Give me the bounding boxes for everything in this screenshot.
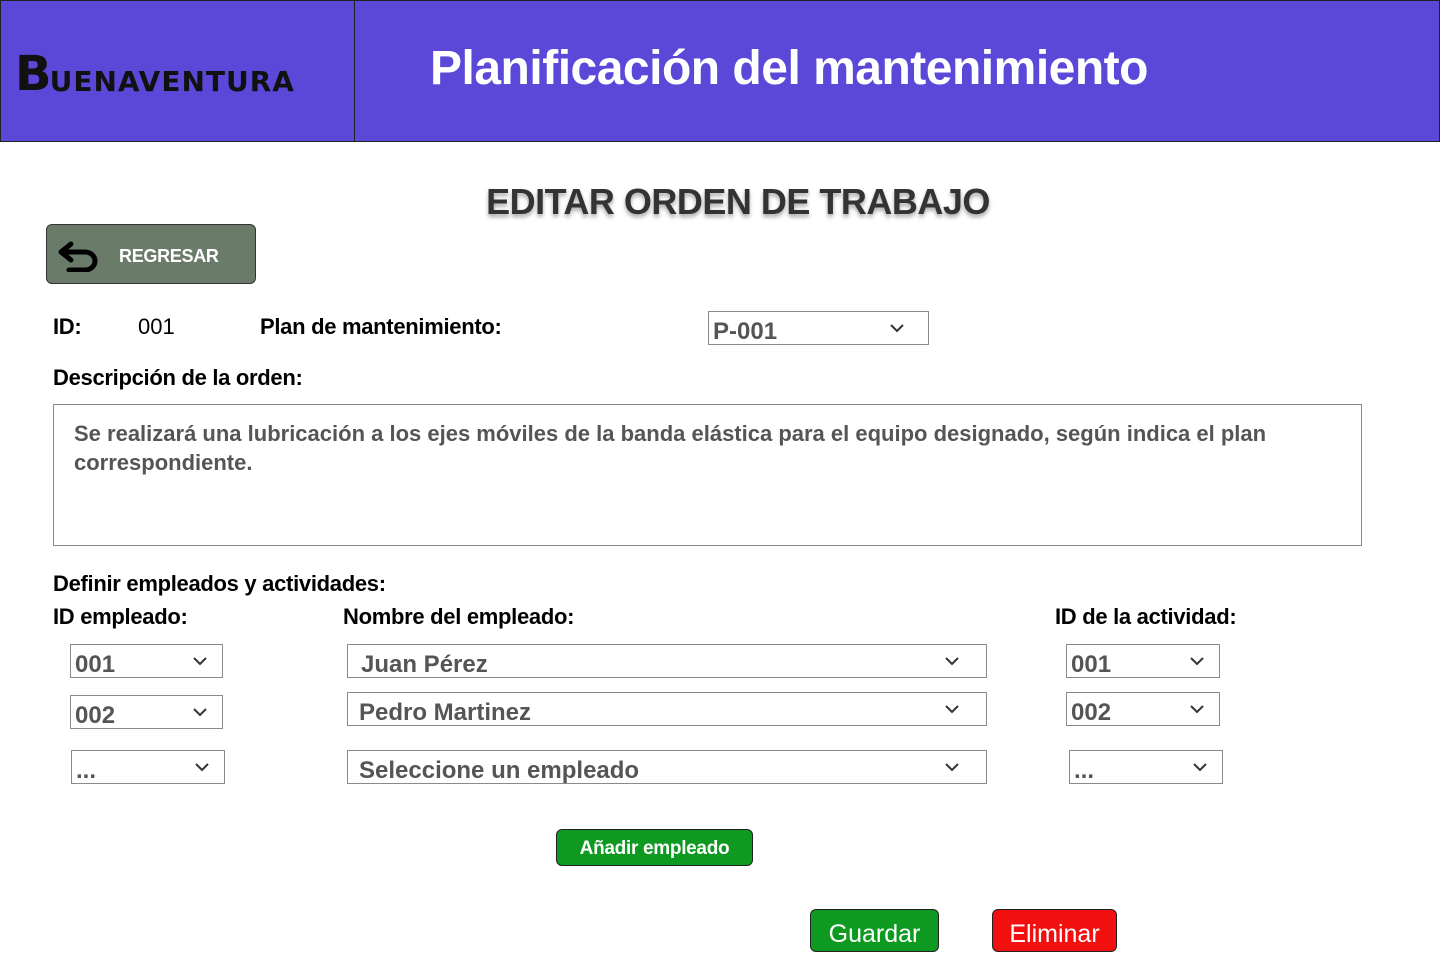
chevron-down-icon	[1193, 763, 1207, 772]
assign-section-label: Definir empleados y actividades:	[53, 571, 386, 596]
chevron-down-icon	[195, 763, 209, 772]
chevron-down-icon	[193, 657, 207, 666]
delete-button[interactable]: Eliminar	[992, 909, 1117, 952]
employee-name-select[interactable]: Juan Pérez	[347, 644, 987, 678]
chevron-down-icon	[945, 763, 959, 772]
chevron-down-icon	[945, 657, 959, 666]
chevron-down-icon	[1190, 705, 1204, 714]
app-header: B UENAVENTURA Planificación del mantenim…	[0, 0, 1440, 142]
plan-select-value: P-001	[713, 318, 778, 345]
employee-name-select[interactable]: Seleccione un empleado	[347, 750, 987, 784]
return-arrow-icon	[58, 241, 98, 272]
chevron-down-icon	[193, 708, 207, 717]
employee-id-select[interactable]: 002	[70, 695, 223, 729]
activity-id-select[interactable]: ...	[1069, 750, 1223, 784]
employee-id-value: 001	[75, 651, 116, 678]
activity-id-column-label: ID de la actividad:	[1055, 604, 1237, 629]
page-title: EDITAR ORDEN DE TRABAJO	[486, 181, 990, 222]
company-logo[interactable]: B UENAVENTURA	[15, 46, 295, 102]
employee-name-value: Juan Pérez	[361, 651, 488, 678]
id-label: ID:	[53, 314, 82, 339]
logo-text: UENAVENTURA	[49, 65, 295, 98]
description-label: Descripción de la orden:	[53, 365, 303, 390]
description-textarea[interactable]: Se realizará una lubricación a los ejes …	[53, 404, 1362, 546]
employee-name-select[interactable]: Pedro Martinez	[347, 692, 987, 726]
employee-id-select[interactable]: ...	[71, 750, 225, 784]
employee-id-select[interactable]: 001	[70, 644, 223, 678]
chevron-down-icon	[1190, 657, 1204, 666]
chevron-down-icon	[945, 705, 959, 714]
employee-name-value: Seleccione un empleado	[359, 757, 640, 784]
employee-id-value: 002	[75, 702, 116, 729]
back-button[interactable]: REGRESAR	[46, 224, 256, 284]
employee-name-value: Pedro Martinez	[359, 699, 532, 726]
plan-label: Plan de mantenimiento:	[260, 314, 502, 339]
app-title: Planificación del mantenimiento	[430, 42, 1148, 95]
plan-select[interactable]: P-001	[708, 311, 929, 345]
add-employee-button[interactable]: Añadir empleado	[556, 829, 753, 866]
employee-id-column-label: ID empleado:	[53, 604, 188, 629]
activity-id-select[interactable]: 002	[1066, 692, 1220, 726]
logo-container: B UENAVENTURA	[1, 1, 355, 141]
employee-id-value: ...	[76, 757, 97, 784]
activity-id-value: 002	[1071, 699, 1112, 726]
id-value: 001	[138, 314, 175, 339]
activity-id-value: ...	[1074, 757, 1095, 784]
activity-id-value: 001	[1071, 651, 1112, 678]
logo-initial: B	[15, 46, 52, 102]
employee-name-column-label: Nombre del empleado:	[343, 604, 575, 629]
back-button-label: REGRESAR	[119, 246, 219, 266]
activity-id-select[interactable]: 001	[1066, 644, 1220, 678]
save-button[interactable]: Guardar	[810, 909, 939, 952]
chevron-down-icon	[890, 324, 904, 333]
